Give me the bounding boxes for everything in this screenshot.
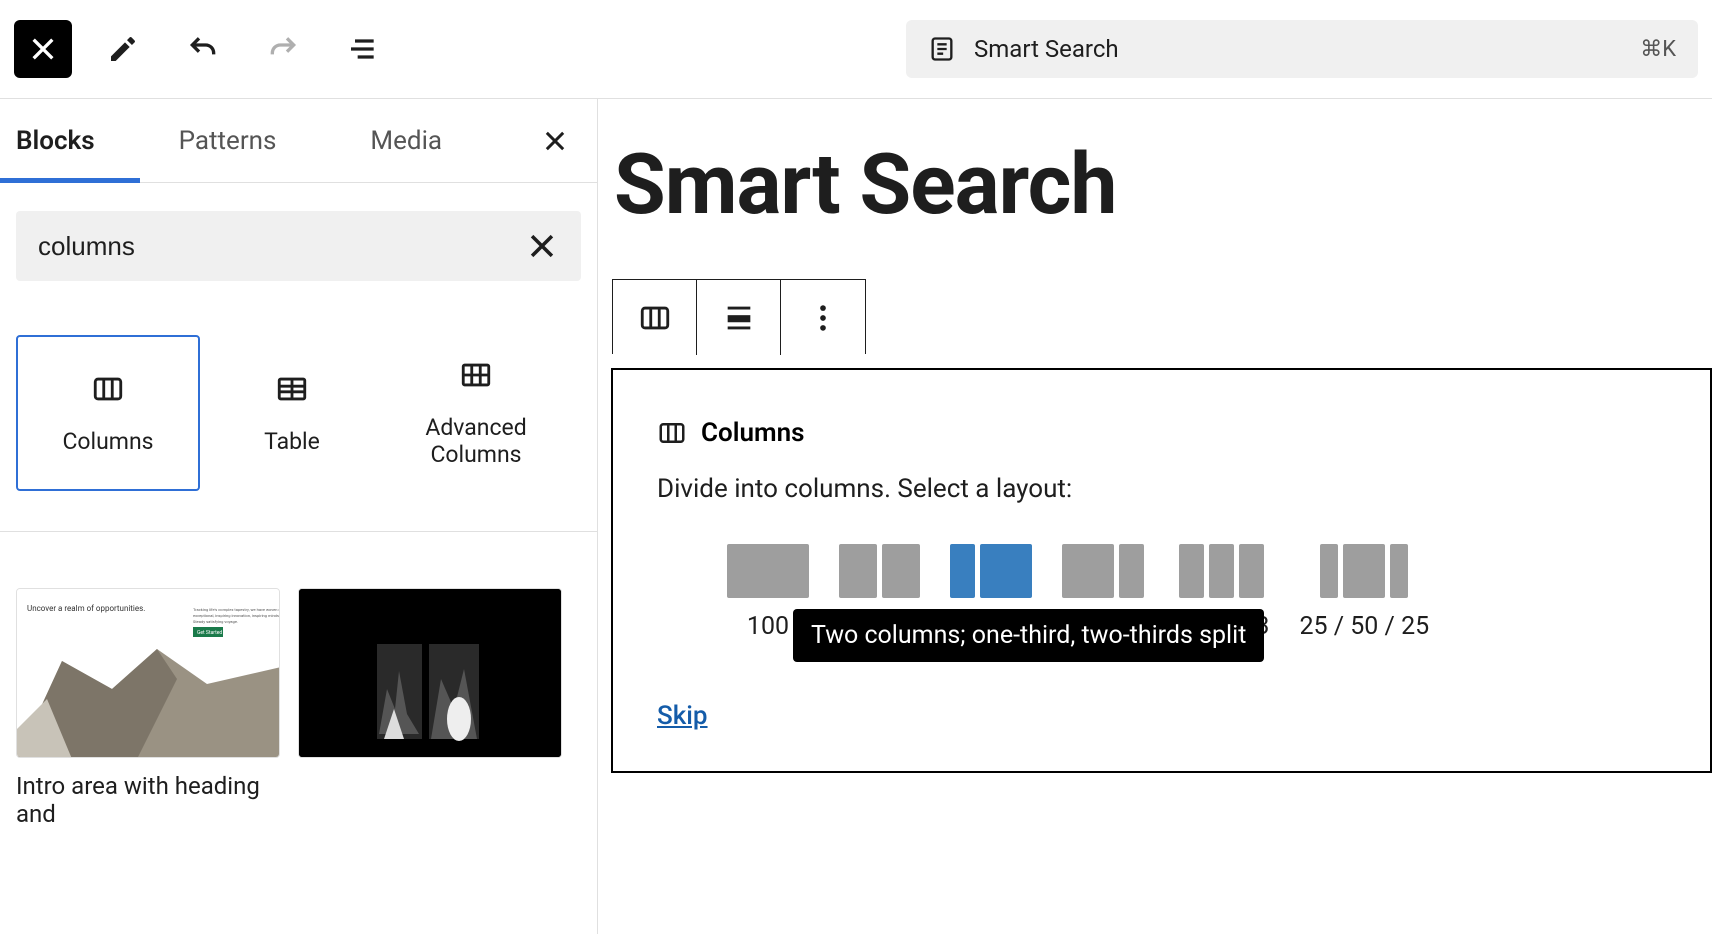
svg-text:Steady satisfying voyage.: Steady satisfying voyage. (193, 619, 238, 624)
undo-icon (187, 33, 219, 65)
block-item-label: Columns (62, 428, 153, 455)
layout-preview (1320, 544, 1408, 598)
layout-preview-column (980, 544, 1032, 598)
table-icon (275, 372, 309, 406)
layout-tooltip: Two columns; one-third, two-thirds split (793, 609, 1264, 662)
keyboard-shortcut-label: ⌘K (1640, 37, 1676, 62)
close-inserter-panel-button[interactable] (531, 117, 579, 165)
block-item-advanced-columns[interactable]: Advanced Columns (384, 335, 568, 491)
editor-topbar: Smart Search ⌘K (0, 0, 1712, 99)
layout-preview (727, 544, 809, 598)
pattern-thumbnail: Uncover a realm of opportunities. Tracki… (16, 588, 280, 758)
blocks-results-grid: Columns Table Advanced Columns (0, 281, 597, 531)
layout-option-label: 100 (747, 612, 789, 641)
svg-text:Uncover a realm of opportuniti: Uncover a realm of opportunities. (27, 604, 145, 613)
layout-preview-column (1320, 544, 1338, 598)
layout-preview (1062, 544, 1144, 598)
layout-preview-column (1119, 544, 1144, 598)
pattern-card[interactable]: Uncover a realm of opportunities. Tracki… (16, 588, 280, 828)
svg-text:Get Started: Get Started (197, 630, 222, 636)
active-tab-indicator (0, 178, 140, 183)
align-icon (722, 301, 756, 335)
skip-link[interactable]: Skip (657, 701, 708, 731)
layout-preview-column (1179, 544, 1204, 598)
page-title[interactable]: Smart Search (614, 135, 1116, 234)
close-icon (541, 127, 569, 155)
placeholder-title: Columns (701, 418, 804, 448)
layout-option[interactable] (950, 544, 1032, 598)
clear-search-button[interactable] (525, 229, 559, 263)
block-item-table[interactable]: Table (200, 335, 384, 491)
pattern-card[interactable] (298, 588, 562, 828)
pencil-icon (107, 33, 139, 65)
more-options-button[interactable] (781, 280, 865, 355)
inserter-search-input[interactable] (38, 231, 525, 262)
close-icon (27, 33, 59, 65)
document-icon (928, 35, 956, 63)
block-item-label: Table (264, 428, 320, 455)
block-type-button[interactable] (613, 280, 697, 355)
block-item-label: Advanced Columns (392, 414, 560, 468)
inserter-search-box[interactable] (16, 211, 581, 281)
placeholder-header: Columns (657, 418, 1666, 448)
columns-icon (638, 301, 672, 335)
toolbar-buttons (14, 20, 392, 78)
layout-preview (1179, 544, 1264, 598)
inserter-search-wrap (0, 183, 597, 281)
smart-search-bar[interactable]: Smart Search ⌘K (906, 20, 1698, 78)
pattern-thumbnail (298, 588, 562, 758)
placeholder-instruction: Divide into columns. Select a layout: (657, 474, 1666, 504)
layout-option[interactable] (1062, 544, 1144, 598)
pattern-label: Intro area with heading and (16, 772, 280, 828)
redo-button[interactable] (254, 20, 312, 78)
layout-preview-column (950, 544, 975, 598)
layout-preview-column (1390, 544, 1408, 598)
svg-text:Tracking life's complex tapest: Tracking life's complex tapestry, we hav… (193, 607, 280, 612)
columns-block-placeholder: Columns Divide into columns. Select a la… (611, 368, 1712, 773)
layout-preview-column (1062, 544, 1114, 598)
kebab-icon (806, 301, 840, 335)
layout-preview-column (1209, 544, 1234, 598)
layout-preview-column (1343, 544, 1385, 598)
columns-icon (657, 418, 687, 448)
close-icon (525, 229, 559, 263)
layout-option[interactable]: 25 / 50 / 25 (1299, 544, 1429, 641)
layout-preview-column (839, 544, 877, 598)
redo-icon (267, 33, 299, 65)
tab-blocks[interactable]: Blocks (0, 99, 135, 183)
list-icon (347, 33, 379, 65)
undo-button[interactable] (174, 20, 232, 78)
columns-icon (91, 372, 125, 406)
block-inserter-panel: Blocks Patterns Media Columns (0, 99, 598, 934)
layout-preview (950, 544, 1032, 598)
patterns-preview-section: Uncover a realm of opportunities. Tracki… (0, 531, 597, 828)
tab-media[interactable]: Media (320, 99, 492, 183)
close-inserter-button[interactable] (14, 20, 72, 78)
block-item-columns[interactable]: Columns (16, 335, 200, 491)
inserter-tabs: Blocks Patterns Media (0, 99, 597, 183)
layout-option[interactable] (839, 544, 920, 598)
svg-text:exceptional, inspiring innovat: exceptional, inspiring innovation, inspi… (193, 613, 280, 618)
layout-preview-column (727, 544, 809, 598)
layout-preview-column (1239, 544, 1264, 598)
tab-patterns[interactable]: Patterns (135, 99, 321, 183)
grid-icon (459, 358, 493, 392)
align-button[interactable] (697, 280, 781, 355)
document-outline-button[interactable] (334, 20, 392, 78)
block-toolbar (612, 279, 866, 354)
pattern-row: Uncover a realm of opportunities. Tracki… (16, 588, 581, 828)
layout-preview-column (882, 544, 920, 598)
layout-preview (839, 544, 920, 598)
layout-option-label: 25 / 50 / 25 (1299, 612, 1429, 641)
smart-search-label: Smart Search (974, 35, 1119, 63)
edit-tool-button[interactable] (94, 20, 152, 78)
